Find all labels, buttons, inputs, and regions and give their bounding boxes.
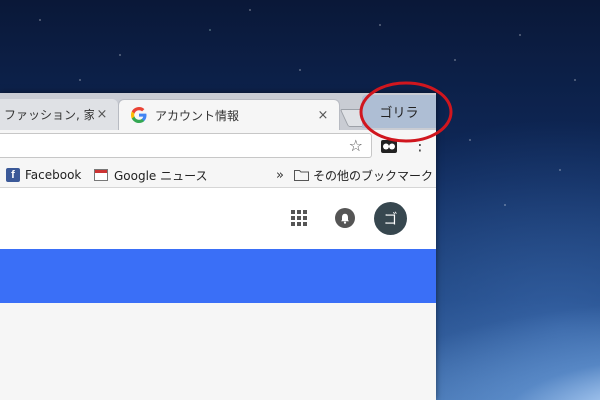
profile-button[interactable]: ゴリラ — [362, 95, 436, 128]
avatar-letter: ゴ — [383, 211, 398, 228]
other-bookmarks[interactable]: その他のブックマーク — [294, 166, 433, 184]
web-page: ゴ — [0, 188, 436, 400]
folder-icon — [294, 170, 309, 181]
tab-shopping[interactable]: ファッション, 家電 × — [0, 99, 118, 130]
profile-name: ゴリラ — [379, 106, 419, 121]
double-chevron-icon: » — [276, 167, 284, 183]
bookmark-google-news[interactable]: Google ニュース — [94, 166, 208, 184]
close-icon[interactable]: × — [94, 107, 110, 122]
close-icon[interactable]: × — [315, 108, 331, 123]
tab-account-info[interactable]: アカウント情報 × — [118, 99, 340, 130]
page-header: ゴ — [0, 188, 436, 249]
notifications-button[interactable] — [335, 208, 355, 228]
extension-icon[interactable] — [381, 140, 397, 153]
menu-icon[interactable]: ⋮ — [412, 137, 428, 155]
tab-label: アカウント情報 — [155, 108, 240, 123]
tab-label: ファッション, 家電 — [4, 108, 94, 122]
bookmarks-overflow-button[interactable]: » — [276, 166, 284, 184]
bookmark-label: Facebook — [25, 168, 82, 182]
avatar[interactable]: ゴ — [374, 202, 407, 235]
bookmark-star-icon[interactable]: ☆ — [349, 136, 363, 155]
browser-window: ファッション, 家電 × アカウント情報 × ゴリラ ☆ ⋮ — [0, 93, 436, 400]
bookmarks-bar: f Facebook Google ニュース » その他のブックマーク — [0, 162, 436, 188]
google-news-icon — [94, 169, 108, 181]
page-content — [0, 303, 436, 400]
other-bookmarks-label: その他のブックマーク — [313, 168, 434, 183]
bell-icon — [341, 213, 349, 224]
bookmark-label: Google ニュース — [114, 168, 208, 183]
browser-toolbar: ☆ ⋮ — [0, 130, 436, 162]
tab-strip: ファッション, 家電 × アカウント情報 × ゴリラ — [0, 93, 436, 130]
address-bar[interactable]: ☆ — [0, 133, 372, 158]
page-banner — [0, 249, 436, 303]
facebook-icon: f — [6, 168, 20, 182]
bookmark-facebook[interactable]: f Facebook — [6, 166, 81, 184]
google-icon — [131, 107, 147, 123]
apps-grid-icon[interactable] — [291, 210, 307, 226]
